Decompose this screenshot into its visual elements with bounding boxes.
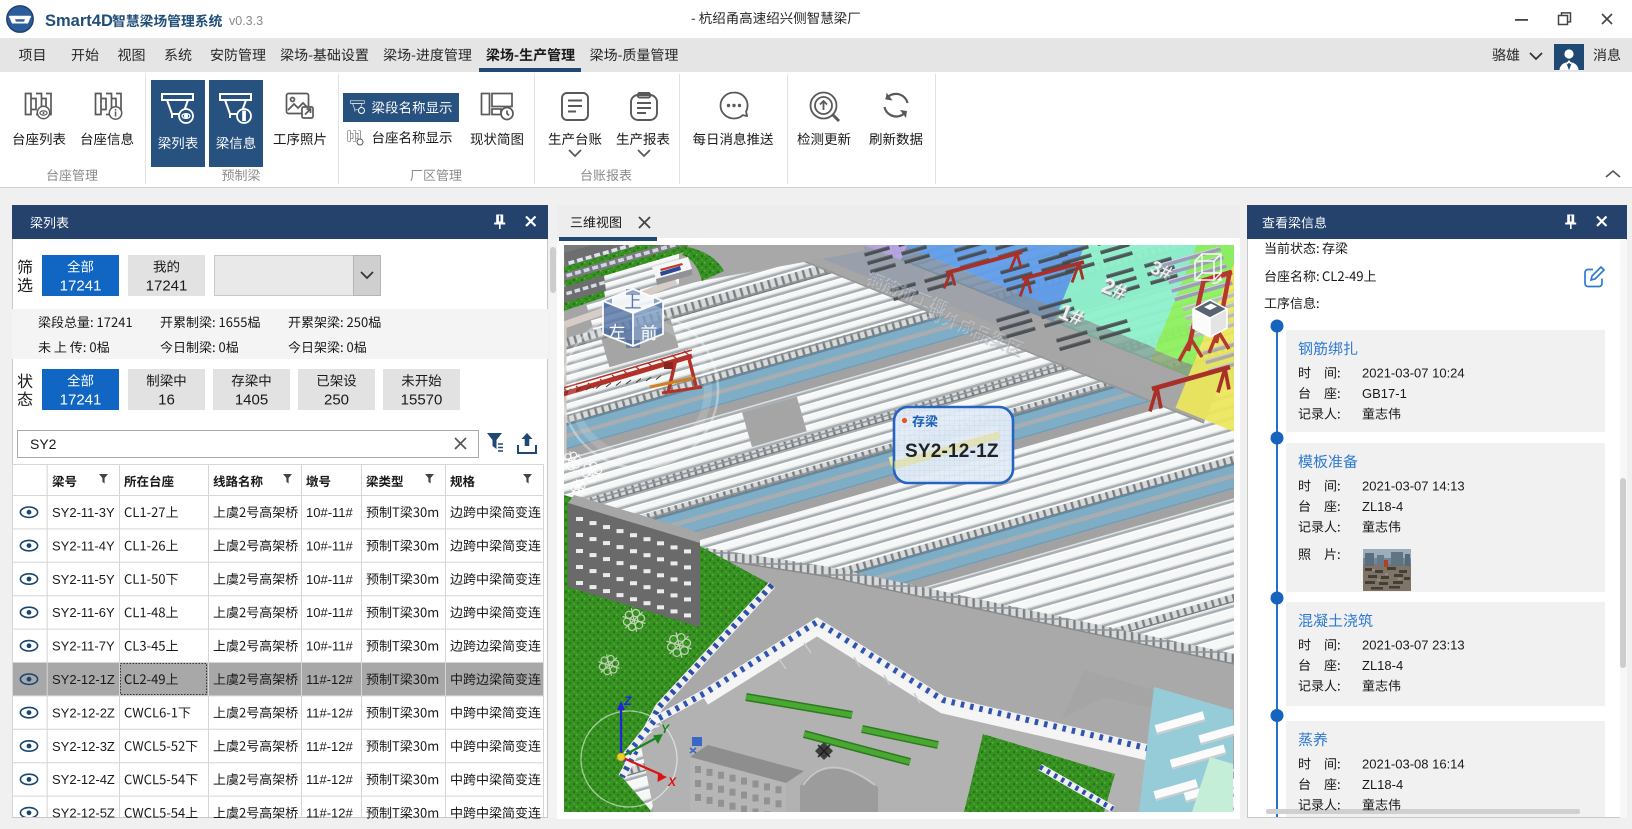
svg-text:SY2-12-1Z: SY2-12-1Z — [905, 441, 999, 462]
svg-text:Y: Y — [661, 722, 670, 736]
svg-text:X: X — [667, 775, 677, 789]
svg-text:Z: Z — [623, 694, 632, 708]
